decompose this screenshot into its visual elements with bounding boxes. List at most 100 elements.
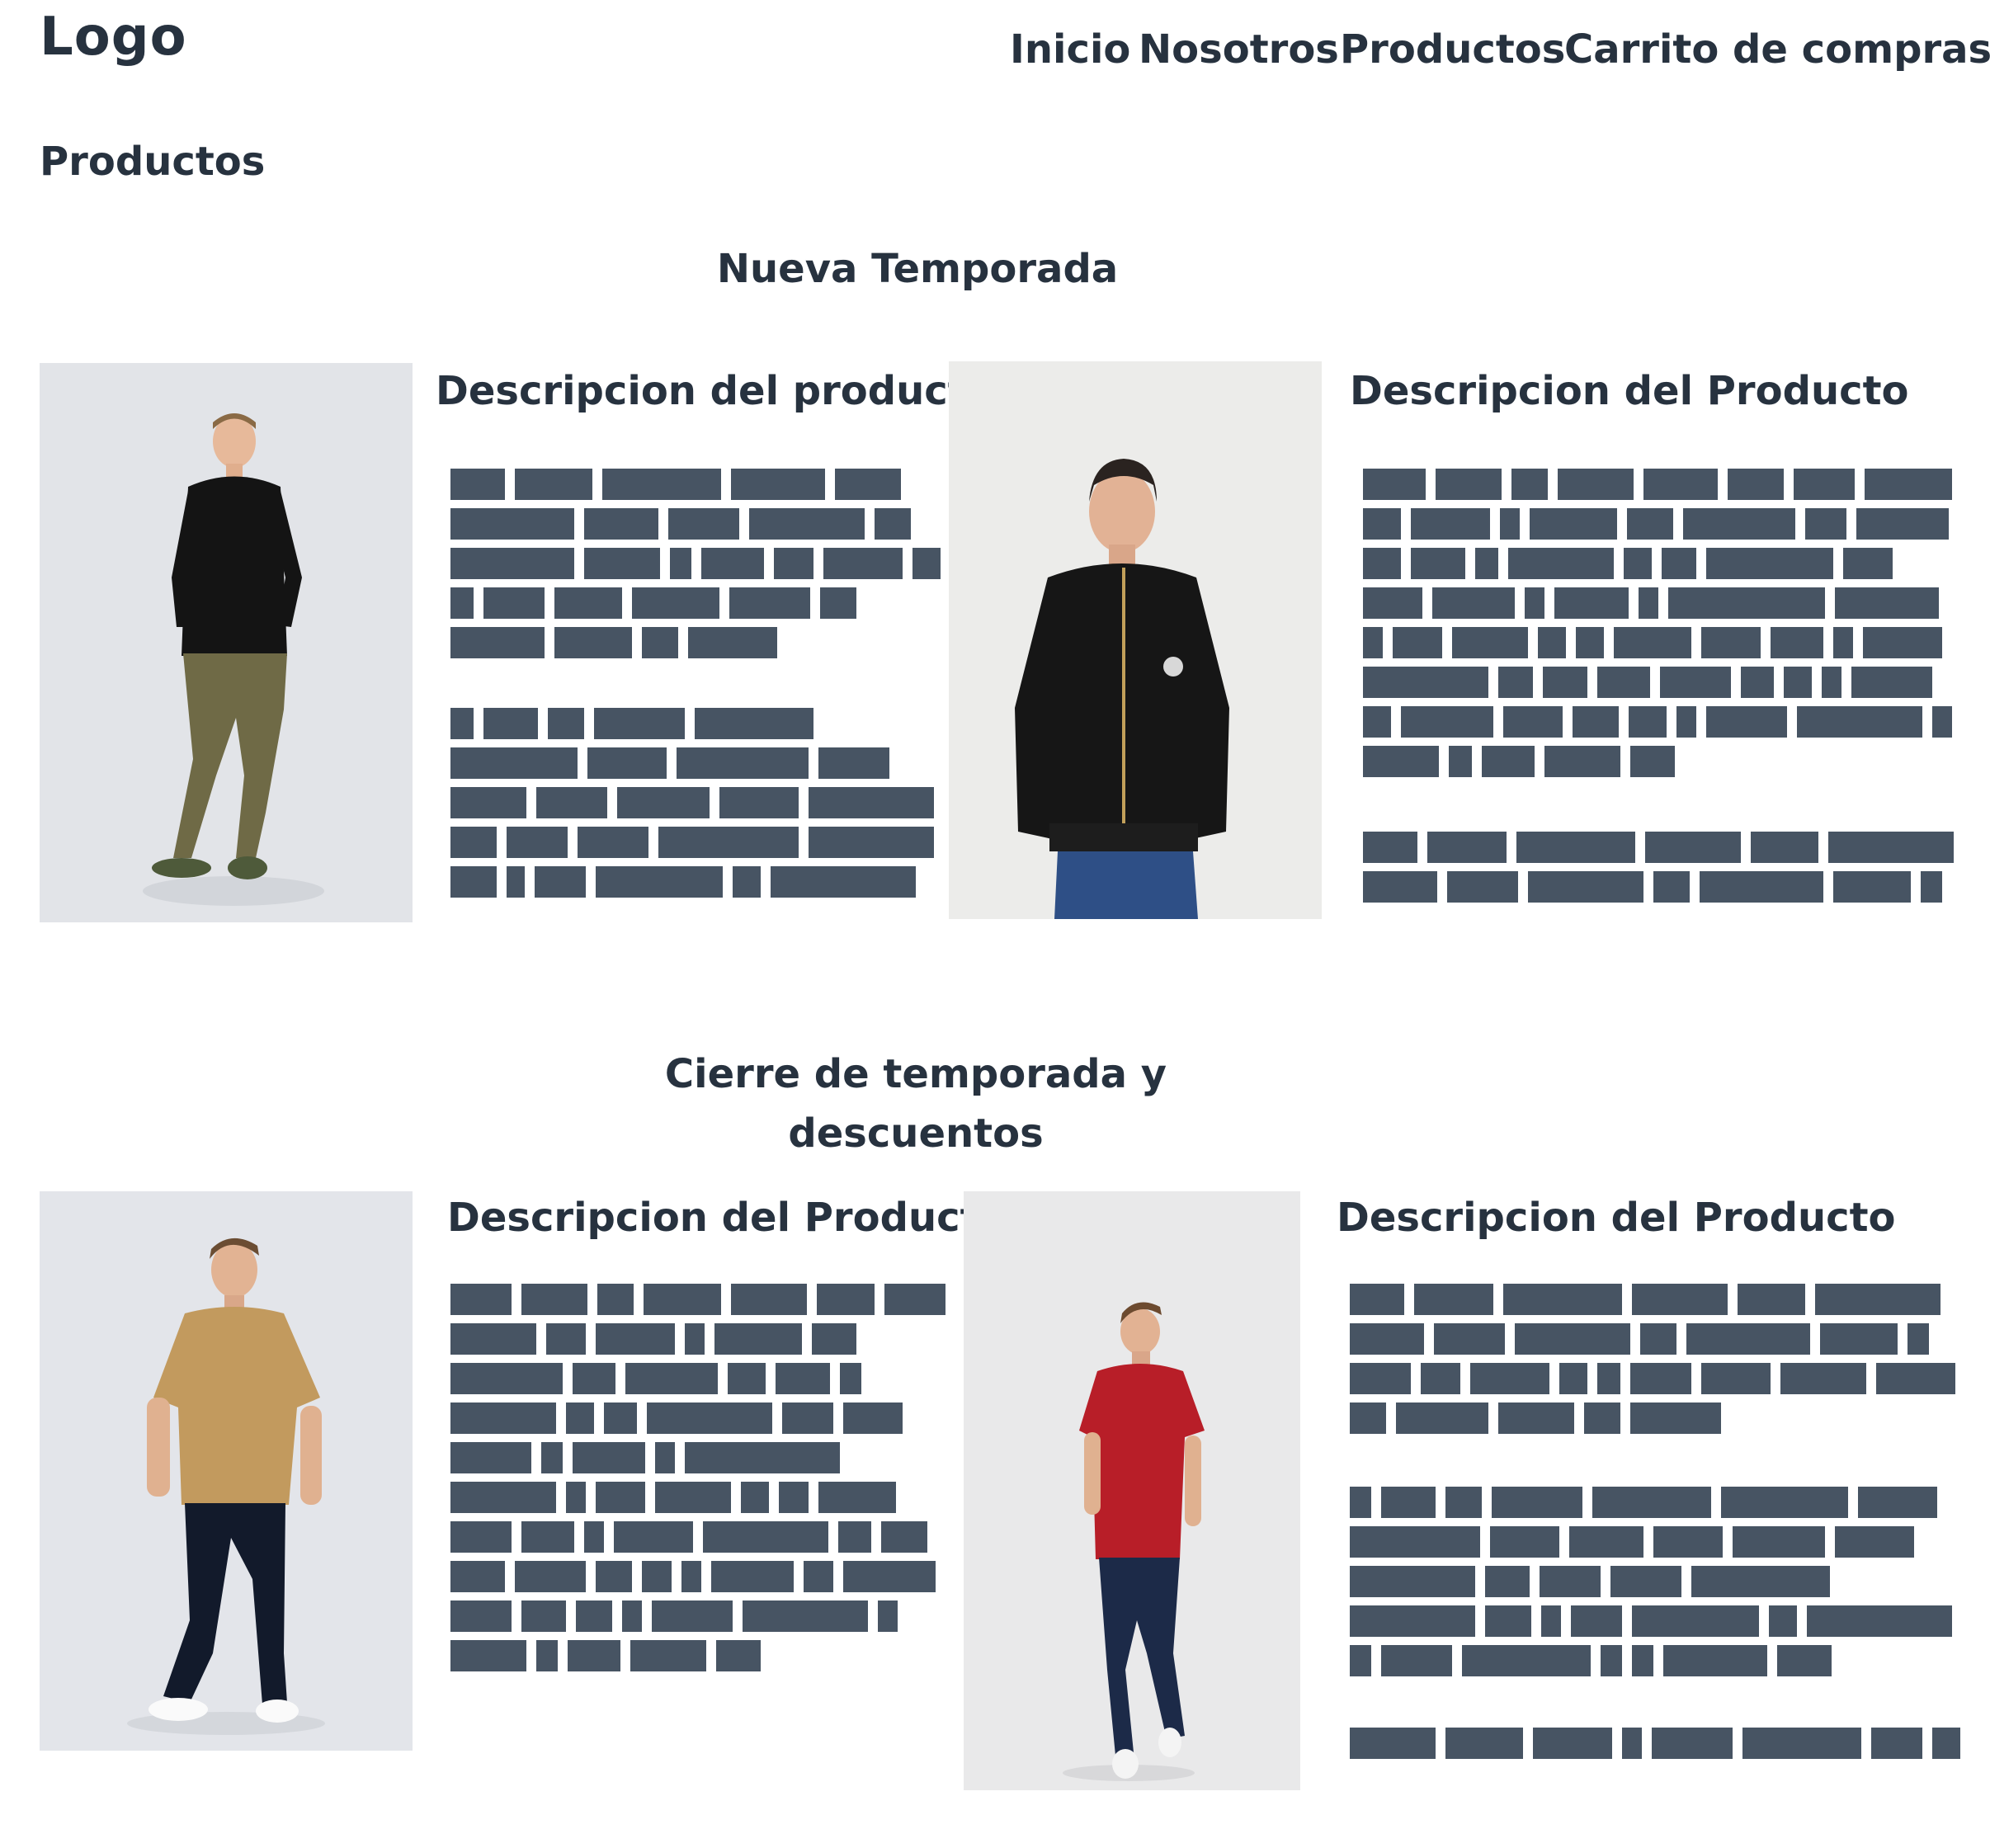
logo[interactable]: Logo bbox=[40, 7, 187, 68]
placeholder-word bbox=[1643, 469, 1718, 500]
placeholder-word bbox=[809, 827, 934, 858]
placeholder-word bbox=[617, 787, 710, 818]
placeholder-word bbox=[584, 548, 660, 579]
placeholder-word bbox=[548, 708, 584, 739]
placeholder-word bbox=[536, 787, 607, 818]
product-image-mustard-tshirt[interactable] bbox=[40, 1191, 413, 1751]
placeholder-word bbox=[743, 1600, 868, 1632]
placeholder-word bbox=[1350, 1487, 1371, 1518]
placeholder-word bbox=[1820, 1323, 1898, 1355]
placeholder-word bbox=[596, 1561, 632, 1592]
placeholder-word bbox=[1706, 706, 1787, 738]
placeholder-word bbox=[1668, 587, 1825, 619]
placeholder-word bbox=[1835, 587, 1939, 619]
placeholder-word bbox=[450, 627, 545, 658]
placeholder-word bbox=[604, 1402, 637, 1434]
placeholder-word bbox=[1601, 1645, 1622, 1676]
placeholder-word bbox=[1350, 1645, 1371, 1676]
placeholder-word bbox=[1447, 871, 1518, 903]
placeholder-word bbox=[688, 627, 777, 658]
placeholder-word bbox=[1363, 667, 1488, 698]
placeholder-word bbox=[1645, 832, 1741, 863]
product-image-black-jacket[interactable] bbox=[949, 361, 1322, 919]
placeholder-word bbox=[782, 1402, 833, 1434]
placeholder-word bbox=[450, 827, 497, 858]
placeholder-word bbox=[1511, 469, 1548, 500]
placeholder-word bbox=[576, 1600, 612, 1632]
model-photo bbox=[949, 361, 1322, 919]
placeholder-word bbox=[450, 1482, 556, 1513]
placeholder-word bbox=[1632, 1605, 1759, 1637]
nav-carrito[interactable]: Carrito de compras bbox=[1564, 26, 1990, 73]
placeholder-word bbox=[1540, 1566, 1601, 1597]
placeholder-word bbox=[1751, 832, 1818, 863]
page-title: Productos bbox=[40, 139, 266, 185]
nav-nosotros[interactable]: Nosotros bbox=[1139, 26, 1339, 73]
placeholder-word bbox=[1932, 706, 1952, 738]
placeholder-word bbox=[450, 1284, 512, 1315]
placeholder-word bbox=[884, 1284, 945, 1315]
placeholder-word bbox=[714, 1323, 802, 1355]
placeholder-word bbox=[596, 1323, 675, 1355]
placeholder-word bbox=[1921, 871, 1942, 903]
placeholder-word bbox=[1445, 1728, 1523, 1759]
placeholder-word bbox=[1676, 706, 1696, 738]
placeholder-word bbox=[1858, 1487, 1937, 1518]
placeholder-word bbox=[818, 1482, 896, 1513]
placeholder-word bbox=[1363, 706, 1391, 738]
placeholder-word bbox=[728, 1363, 766, 1394]
placeholder-word bbox=[1652, 1728, 1733, 1759]
placeholder-word bbox=[1533, 1728, 1612, 1759]
placeholder-word bbox=[1833, 871, 1911, 903]
placeholder-word bbox=[566, 1402, 594, 1434]
placeholder-word bbox=[1639, 587, 1658, 619]
placeholder-word bbox=[1434, 1323, 1505, 1355]
placeholder-word bbox=[1363, 587, 1422, 619]
placeholder-word bbox=[1445, 1487, 1482, 1518]
product-description-title: Descripcion del Producto bbox=[1337, 1195, 1896, 1241]
placeholder-word bbox=[1350, 1728, 1436, 1759]
placeholder-word bbox=[1452, 627, 1528, 658]
placeholder-word bbox=[838, 1521, 871, 1553]
nav-productos[interactable]: Productos bbox=[1340, 26, 1565, 73]
placeholder-word bbox=[1414, 1284, 1493, 1315]
placeholder-word bbox=[1503, 1284, 1622, 1315]
placeholder-word bbox=[1629, 706, 1667, 738]
placeholder-word bbox=[711, 1561, 794, 1592]
placeholder-word bbox=[652, 1600, 733, 1632]
placeholder-word bbox=[1571, 1605, 1622, 1637]
placeholder-word bbox=[655, 1482, 731, 1513]
placeholder-word bbox=[546, 1323, 586, 1355]
placeholder-word bbox=[1544, 746, 1620, 777]
product-image-black-sweater[interactable] bbox=[40, 363, 413, 922]
placeholder-word bbox=[881, 1521, 927, 1553]
model-photo bbox=[964, 1191, 1300, 1790]
placeholder-word bbox=[731, 469, 825, 500]
placeholder-word bbox=[1554, 587, 1629, 619]
placeholder-word bbox=[677, 747, 809, 779]
placeholder-word bbox=[912, 548, 941, 579]
placeholder-word bbox=[554, 627, 632, 658]
nav-inicio[interactable]: Inicio bbox=[1010, 26, 1130, 73]
placeholder-word bbox=[685, 1442, 840, 1473]
placeholder-word bbox=[450, 1561, 505, 1592]
placeholder-word bbox=[731, 1284, 807, 1315]
placeholder-word bbox=[820, 587, 856, 619]
placeholder-word bbox=[1538, 627, 1566, 658]
description-placeholder-text bbox=[450, 1284, 945, 1680]
placeholder-word bbox=[1738, 1284, 1805, 1315]
placeholder-word bbox=[1851, 667, 1932, 698]
placeholder-word bbox=[695, 708, 813, 739]
placeholder-word bbox=[632, 587, 719, 619]
placeholder-word bbox=[1630, 1363, 1691, 1394]
placeholder-word bbox=[1350, 1323, 1424, 1355]
placeholder-word bbox=[521, 1284, 587, 1315]
placeholder-word bbox=[1706, 548, 1833, 579]
placeholder-word bbox=[1630, 746, 1675, 777]
product-image-red-polo[interactable] bbox=[964, 1191, 1300, 1790]
placeholder-word bbox=[681, 1561, 701, 1592]
placeholder-word bbox=[818, 747, 889, 779]
placeholder-word bbox=[1515, 1323, 1630, 1355]
placeholder-word bbox=[450, 1363, 563, 1394]
placeholder-word bbox=[1683, 508, 1795, 540]
